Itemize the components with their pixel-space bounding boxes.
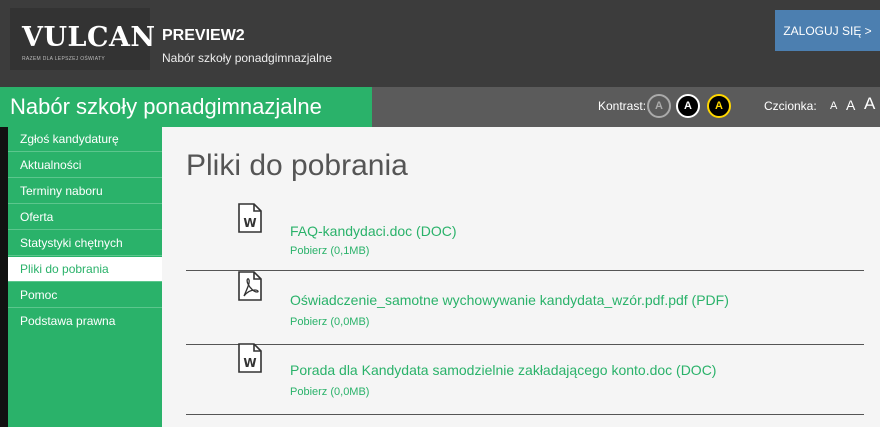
section-header: Nabór szkoły ponadgimnazjalne Kontrast: … xyxy=(0,87,880,127)
file-link[interactable]: Oświadczenie_samotne wychowywanie kandyd… xyxy=(290,292,729,308)
font-size-medium-button[interactable]: A xyxy=(846,97,855,113)
top-bar: VULCAN RAZEM DLA LEPSZEJ OŚWIATY PREVIEW… xyxy=(0,0,880,87)
section-title: Nabór szkoły ponadgimnazjalne xyxy=(10,94,322,119)
pdf-icon xyxy=(238,271,262,301)
contrast-black-yellow-button[interactable]: A xyxy=(707,94,731,118)
sidebar-item-aktualnosci[interactable]: Aktualności xyxy=(8,153,162,178)
file-row: Oświadczenie_samotne wychowywanie kandyd… xyxy=(186,271,864,345)
app-title: PREVIEW2 xyxy=(162,27,245,44)
file-row: W FAQ-kandydaci.doc (DOC) Pobierz (0,1MB… xyxy=(186,199,864,271)
contrast-black-white-button[interactable]: A xyxy=(676,94,700,118)
sidebar-nav: Zgłoś kandydaturę Aktualności Terminy na… xyxy=(8,127,162,427)
file-link[interactable]: FAQ-kandydaci.doc (DOC) xyxy=(290,223,457,239)
login-button[interactable]: ZALOGUJ SIĘ > xyxy=(775,10,880,51)
file-link[interactable]: Porada dla Kandydata samodzielnie zakład… xyxy=(290,362,716,378)
svg-text:W: W xyxy=(243,356,256,370)
font-size-large-button[interactable]: A xyxy=(864,94,875,114)
contrast-label: Kontrast: xyxy=(598,99,647,113)
font-size-small-button[interactable]: A xyxy=(830,100,837,112)
contrast-default-button[interactable]: A xyxy=(647,94,671,118)
app-subtitle: Nabór szkoły ponadgimnazjalne xyxy=(162,51,333,65)
word-doc-icon: W xyxy=(238,343,262,373)
sidebar-item-podstawa-prawna[interactable]: Podstawa prawna xyxy=(8,309,162,334)
font-size-label: Czcionka: xyxy=(764,99,817,113)
sidebar-item-pliki-do-pobrania[interactable]: Pliki do pobrania xyxy=(8,257,162,282)
logo-text: VULCAN xyxy=(22,22,156,53)
sidebar-item-terminy-naboru[interactable]: Terminy naboru xyxy=(8,179,162,204)
download-link[interactable]: Pobierz (0,0MB) xyxy=(290,386,369,398)
vulcan-logo[interactable]: VULCAN RAZEM DLA LEPSZEJ OŚWIATY xyxy=(10,8,155,70)
sidebar-item-oferta[interactable]: Oferta xyxy=(8,205,162,230)
sidebar-item-pomoc[interactable]: Pomoc xyxy=(8,283,162,308)
svg-text:W: W xyxy=(243,216,256,230)
section-title-band: Nabór szkoły ponadgimnazjalne xyxy=(0,87,372,127)
sidebar-item-zglos-kandydature[interactable]: Zgłoś kandydaturę xyxy=(8,127,162,152)
word-doc-icon: W xyxy=(238,203,262,233)
main-content: Pliki do pobrania W FAQ-kandydaci.doc (D… xyxy=(162,127,880,427)
page-title: Pliki do pobrania xyxy=(186,149,408,182)
logo-tagline: RAZEM DLA LEPSZEJ OŚWIATY xyxy=(22,56,105,62)
file-row: W Porada dla Kandydata samodzielnie zakł… xyxy=(186,343,864,415)
download-link[interactable]: Pobierz (0,0MB) xyxy=(290,316,369,328)
sidebar-item-statystyki[interactable]: Statystyki chętnych xyxy=(8,231,162,256)
download-link[interactable]: Pobierz (0,1MB) xyxy=(290,245,369,257)
